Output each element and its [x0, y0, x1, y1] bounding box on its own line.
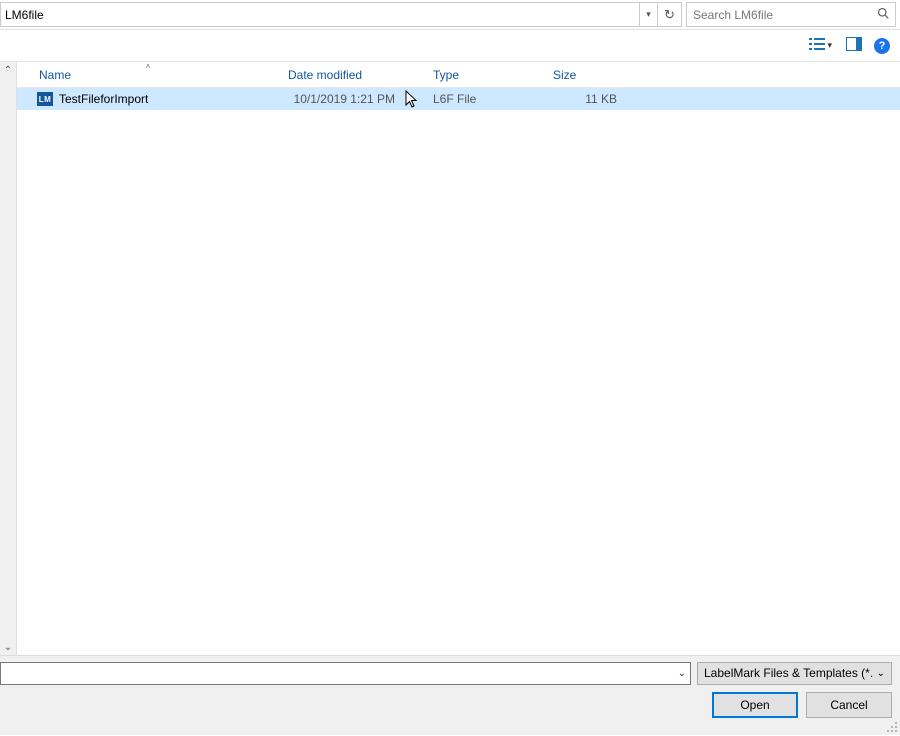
- nav-pane-scroll-strip: ⌃ ⌄: [0, 62, 17, 655]
- button-label: Open: [740, 698, 769, 712]
- column-header-name[interactable]: Name ˄: [17, 62, 280, 87]
- file-size-cell: 11 KB: [545, 88, 625, 110]
- file-type-filter[interactable]: LabelMark Files & Templates (*. ⌄: [697, 662, 892, 685]
- filename-row: ⌄ LabelMark Files & Templates (*. ⌄: [0, 656, 900, 686]
- resize-grip-icon[interactable]: [886, 721, 898, 733]
- chevron-down-icon: ▾: [646, 9, 651, 20]
- file-size-text: 11 KB: [585, 92, 617, 106]
- search-box[interactable]: [686, 2, 896, 27]
- cancel-button[interactable]: Cancel: [806, 692, 892, 718]
- chevron-down-icon: ⌄: [877, 668, 885, 679]
- file-name-cell: LM TestFileforImport: [17, 88, 280, 110]
- toolbar: ▾ ?: [0, 30, 900, 62]
- sort-caret-up-icon: ˄: [146, 62, 151, 71]
- search-input[interactable]: [693, 8, 877, 22]
- lm-file-icon: LM: [37, 92, 53, 106]
- help-icon: ?: [879, 40, 886, 52]
- column-header-size[interactable]: Size: [545, 62, 625, 87]
- file-browser-body: ⌃ ⌄ Name ˄ Date modified Type Size LM: [0, 62, 900, 655]
- file-type-cell: L6F File: [425, 88, 545, 110]
- preview-pane-icon: [846, 37, 862, 54]
- file-name-text: TestFileforImport: [59, 92, 148, 106]
- address-bar: LM6file ▾ ↻: [0, 0, 900, 30]
- column-header-type[interactable]: Type: [425, 62, 545, 87]
- column-headers: Name ˄ Date modified Type Size: [17, 62, 900, 88]
- nav-scroll-down[interactable]: ⌄: [0, 639, 16, 655]
- address-history-dropdown[interactable]: ▾: [640, 2, 658, 27]
- column-header-label: Name: [39, 68, 71, 82]
- dialog-buttons: Open Cancel: [0, 686, 900, 724]
- button-label: Cancel: [830, 698, 867, 712]
- breadcrumb-segment: LM6file: [5, 8, 44, 22]
- file-date-cell: 10/1/2019 1:21 PM: [280, 88, 425, 110]
- file-date-text: 10/1/2019 1:21 PM: [294, 92, 395, 106]
- chevron-down-icon: ⌄: [678, 668, 686, 679]
- nav-scroll-up[interactable]: ⌃: [0, 62, 16, 78]
- dialog-footer: ⌄ LabelMark Files & Templates (*. ⌄ Open…: [0, 655, 900, 735]
- filename-combobox[interactable]: ⌄: [0, 662, 691, 685]
- caret-down-icon: ⌄: [4, 642, 12, 653]
- caret-up-icon: ⌃: [4, 65, 12, 76]
- column-header-label: Size: [553, 68, 576, 82]
- breadcrumb-path[interactable]: LM6file: [0, 2, 640, 27]
- help-button[interactable]: ?: [874, 38, 890, 54]
- refresh-icon: ↻: [664, 7, 675, 23]
- view-list-icon: [809, 37, 825, 54]
- preview-pane-button[interactable]: [844, 35, 864, 56]
- column-header-label: Date modified: [288, 68, 362, 82]
- view-options-button[interactable]: ▾: [807, 35, 834, 56]
- column-header-date[interactable]: Date modified: [280, 62, 425, 87]
- filter-label: LabelMark Files & Templates (*.: [704, 666, 873, 680]
- column-header-label: Type: [433, 68, 459, 82]
- refresh-button[interactable]: ↻: [658, 2, 682, 27]
- open-button[interactable]: Open: [712, 692, 798, 718]
- chevron-down-icon: ▾: [827, 40, 832, 51]
- file-list-panel: Name ˄ Date modified Type Size LM TestFi…: [17, 62, 900, 655]
- search-icon: [877, 7, 889, 22]
- file-type-text: L6F File: [433, 92, 476, 106]
- file-row[interactable]: LM TestFileforImport 10/1/2019 1:21 PM L…: [17, 88, 900, 110]
